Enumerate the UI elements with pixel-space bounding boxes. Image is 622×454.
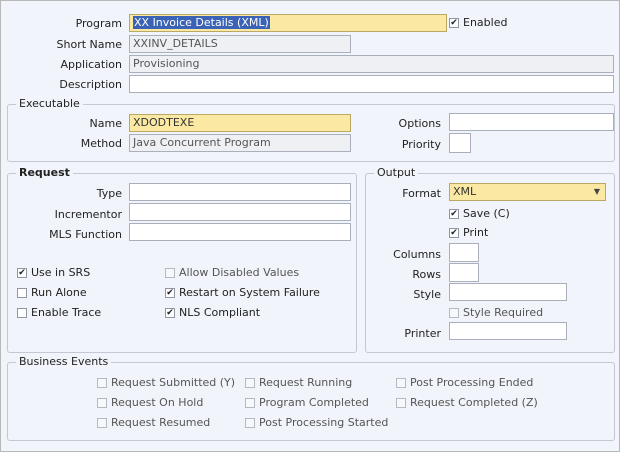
columns-field[interactable] — [449, 243, 479, 262]
method-label: Method — [80, 137, 122, 150]
executable-title: Executable — [16, 97, 83, 110]
application-label: Application — [60, 58, 122, 71]
print-checkbox[interactable]: ✔ Print — [449, 226, 488, 239]
check-icon: ✔ — [449, 227, 459, 238]
enabled-label: Enabled — [463, 16, 508, 29]
short-name-label: Short Name — [56, 38, 122, 51]
concurrent-program-form: Program XX Invoice Details (XML) ✔ Enable… — [0, 0, 620, 452]
format-label: Format — [402, 187, 441, 200]
style-required-checkbox[interactable]: Style Required — [449, 306, 543, 319]
priority-field[interactable] — [449, 133, 471, 153]
request-resumed-label: Request Resumed — [111, 416, 211, 429]
method-field[interactable]: Java Concurrent Program — [129, 134, 351, 152]
incrementor-field[interactable] — [129, 203, 351, 221]
style-required-label: Style Required — [463, 306, 544, 319]
printer-field[interactable] — [449, 322, 567, 340]
program-value: XX Invoice Details (XML) — [133, 16, 270, 29]
priority-label: Priority — [401, 138, 441, 151]
executable-name-field[interactable]: XDODTEXE — [129, 114, 351, 132]
executable-name-label: Name — [89, 117, 122, 130]
request-on-hold-checkbox[interactable]: Request On Hold — [97, 396, 203, 409]
check-icon: ✔ — [165, 307, 175, 318]
print-label: Print — [463, 226, 489, 239]
post-processing-started-checkbox[interactable]: Post Processing Started — [245, 416, 388, 429]
check-icon: ✔ — [449, 208, 459, 219]
use-in-srs-label: Use in SRS — [31, 266, 91, 279]
run-alone-checkbox[interactable]: Run Alone — [17, 286, 87, 299]
mls-function-field[interactable] — [129, 223, 351, 241]
program-completed-checkbox[interactable]: Program Completed — [245, 396, 369, 409]
description-field[interactable] — [129, 75, 614, 93]
use-in-srs-checkbox[interactable]: ✔ Use in SRS — [17, 266, 90, 279]
restart-on-failure-checkbox[interactable]: ✔ Restart on System Failure — [165, 286, 320, 299]
enabled-checkbox[interactable]: ✔ Enabled — [449, 16, 507, 29]
request-on-hold-label: Request On Hold — [111, 396, 204, 409]
request-resumed-checkbox[interactable]: Request Resumed — [97, 416, 210, 429]
post-processing-ended-checkbox[interactable]: Post Processing Ended — [396, 376, 533, 389]
format-select[interactable]: XML ▼ — [449, 183, 606, 201]
options-field[interactable] — [449, 113, 614, 131]
request-running-label: Request Running — [259, 376, 353, 389]
allow-disabled-values-checkbox[interactable]: Allow Disabled Values — [165, 266, 299, 279]
nls-compliant-checkbox[interactable]: ✔ NLS Compliant — [165, 306, 260, 319]
enable-trace-label: Enable Trace — [31, 306, 102, 319]
program-label: Program — [75, 17, 122, 30]
request-submitted-checkbox[interactable]: Request Submitted (Y) — [97, 376, 235, 389]
request-completed-checkbox[interactable]: Request Completed (Z) — [396, 396, 538, 409]
request-title: Request — [16, 166, 73, 179]
incrementor-label: Incrementor — [54, 208, 122, 221]
type-field[interactable] — [129, 183, 351, 201]
business-events-title: Business Events — [16, 355, 112, 368]
output-title: Output — [374, 166, 419, 179]
printer-label: Printer — [404, 327, 441, 340]
post-processing-started-label: Post Processing Started — [259, 416, 389, 429]
options-label: Options — [398, 117, 441, 130]
program-field[interactable]: XX Invoice Details (XML) — [129, 14, 447, 32]
check-icon: ✔ — [449, 17, 459, 28]
style-field[interactable] — [449, 283, 567, 301]
check-icon: ✔ — [165, 287, 175, 298]
description-label: Description — [59, 78, 122, 91]
post-processing-ended-label: Post Processing Ended — [410, 376, 534, 389]
save-label: Save (C) — [463, 207, 510, 220]
style-label: Style — [413, 288, 441, 301]
columns-label: Columns — [393, 248, 441, 261]
application-field[interactable]: Provisioning — [129, 55, 614, 73]
short-name-field[interactable]: XXINV_DETAILS — [129, 35, 351, 53]
program-completed-label: Program Completed — [259, 396, 369, 409]
enable-trace-checkbox[interactable]: Enable Trace — [17, 306, 101, 319]
type-label: Type — [96, 187, 122, 200]
request-submitted-label: Request Submitted (Y) — [111, 376, 236, 389]
request-running-checkbox[interactable]: Request Running — [245, 376, 352, 389]
allow-disabled-values-label: Allow Disabled Values — [179, 266, 300, 279]
check-icon: ✔ — [17, 267, 27, 278]
chevron-down-icon[interactable]: ▼ — [590, 185, 604, 199]
run-alone-label: Run Alone — [31, 286, 87, 299]
nls-compliant-label: NLS Compliant — [179, 306, 261, 319]
rows-label: Rows — [412, 268, 441, 281]
request-completed-label: Request Completed (Z) — [410, 396, 538, 409]
mls-function-label: MLS Function — [49, 228, 122, 241]
save-checkbox[interactable]: ✔ Save (C) — [449, 207, 510, 220]
rows-field[interactable] — [449, 263, 479, 282]
restart-on-failure-label: Restart on System Failure — [179, 286, 320, 299]
format-value: XML — [453, 185, 477, 198]
